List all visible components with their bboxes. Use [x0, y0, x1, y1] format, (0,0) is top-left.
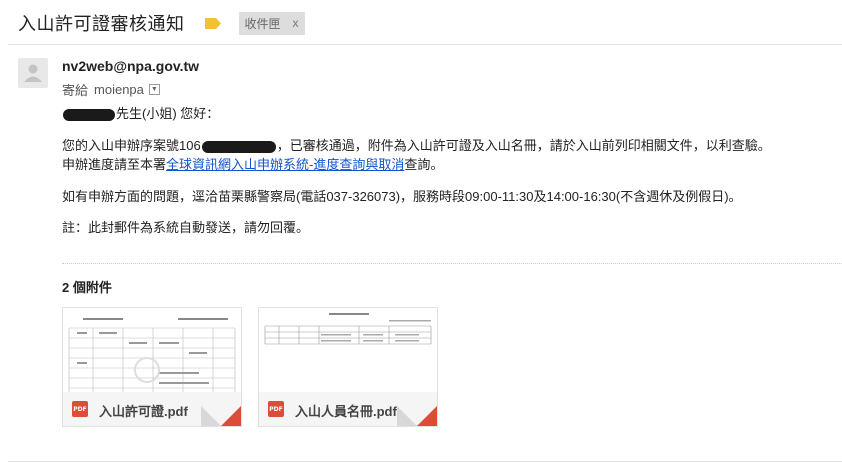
corner-fold-icon — [221, 406, 241, 426]
email-subject: 入山許可證審核通知 — [18, 14, 185, 34]
attachment-roster[interactable]: PDF 入山人員名冊.pdf — [258, 307, 438, 427]
attachments-title: 2 個附件 — [62, 280, 112, 295]
pdf-icon: PDF — [72, 401, 88, 417]
note-paragraph: 註：此封郵件為系統自動發送，請勿回覆。 — [62, 220, 310, 235]
person-icon — [24, 64, 42, 82]
important-marker-icon[interactable] — [204, 17, 221, 29]
attachment-permit[interactable]: PDF 入山許可證.pdf — [62, 307, 242, 427]
divider — [8, 461, 842, 462]
progress-query-link[interactable]: 全球資訊網入山申辦系統-進度查詢與取消 — [166, 157, 404, 172]
pdf-icon: PDF — [268, 401, 284, 417]
approval-paragraph: 您的入山申辦序案號106 ，已審核通過，附件為入山許可證及入山名冊，請於入山前列印… — [62, 136, 832, 174]
attachment-filename[interactable]: 入山人員名冊.pdf — [295, 401, 397, 420]
avatar[interactable] — [18, 58, 48, 88]
greeting-text: 先生(小姐) 您好： — [116, 106, 220, 121]
to-label: 寄給 — [62, 83, 89, 98]
recipient-name: moienpa — [94, 82, 144, 97]
contact-paragraph: 如有申辦方面的問題，逕洽苗栗縣警察局(電話037-326073)，服務時段09:… — [62, 189, 742, 204]
label-text: 收件匣 — [244, 16, 281, 31]
greeting: 先生(小姐) 您好： — [62, 104, 832, 123]
corner-fold-shadow — [397, 406, 417, 426]
attachment-thumbnail — [63, 308, 241, 392]
recipient-line: 寄給 moienpa ▼ — [62, 80, 160, 99]
redacted-case-number — [201, 140, 276, 153]
corner-fold-icon — [417, 406, 437, 426]
email-body: 先生(小姐) 您好： 您的入山申辦序案號106 ，已審核通過，附件為入山許可證及入… — [62, 104, 832, 237]
attachment-filename[interactable]: 入山許可證.pdf — [99, 401, 188, 420]
divider — [8, 44, 842, 45]
progress-suffix: 查詢。 — [404, 157, 444, 172]
email-view: 入山許可證審核通知 收件匣 x nv2web@npa.gov.tw 寄給 moi… — [0, 0, 842, 463]
attachments-divider — [62, 263, 842, 264]
inbox-label-chip[interactable]: 收件匣 x — [238, 11, 305, 35]
details-dropdown-button[interactable]: ▼ — [148, 84, 160, 95]
remove-label-button[interactable]: x — [293, 16, 299, 30]
approval-text: ，已審核通過，附件為入山許可證及入山名冊，請於入山前列印相關文件，以利查驗。 — [276, 138, 771, 153]
corner-fold-shadow — [201, 406, 221, 426]
email-header: 入山許可證審核通知 收件匣 x — [18, 10, 842, 36]
attachment-thumbnail — [259, 308, 437, 392]
case-number-prefix: 您的入山申辦序案號106 — [62, 138, 201, 153]
chevron-down-icon: ▼ — [150, 86, 158, 93]
sender-email: nv2web@npa.gov.tw — [62, 58, 200, 74]
redacted-name — [63, 108, 115, 121]
progress-prefix: 申辦進度請至本署 — [62, 157, 167, 172]
